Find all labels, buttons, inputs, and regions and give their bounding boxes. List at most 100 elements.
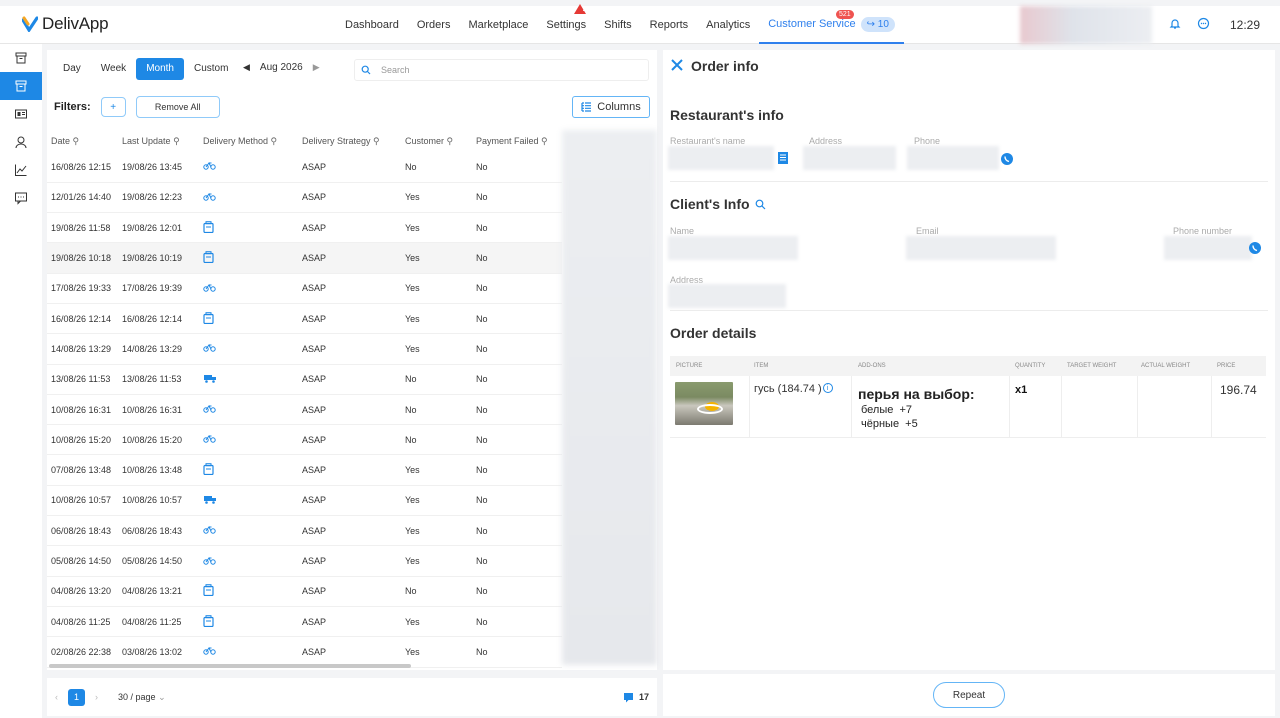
range-day[interactable]: Day — [53, 58, 91, 80]
repeat-button[interactable]: Repeat — [933, 682, 1005, 708]
col-payment-failed[interactable]: Payment Failed ⚲ — [472, 130, 562, 152]
col-delivery-method[interactable]: Delivery Method ⚲ — [199, 130, 298, 152]
range-month[interactable]: Month — [136, 58, 184, 80]
prev-page-icon[interactable]: ‹ — [55, 692, 58, 702]
sidebar-item-analytics[interactable] — [0, 156, 42, 184]
client-info-title: Client's Info — [670, 196, 766, 212]
cell-delivery-method — [199, 182, 298, 214]
total-count-value: 17 — [638, 692, 649, 702]
cell-delivery-strategy: ASAP — [298, 454, 401, 486]
page-size-select[interactable]: 30 / page ⌄ — [118, 692, 166, 703]
top-right-actions: 12:29 — [1169, 6, 1260, 44]
cell-payment-failed: No — [472, 485, 562, 517]
sidebar — [0, 44, 42, 718]
nav-settings[interactable]: Settings — [537, 6, 595, 44]
table-row[interactable]: 17/08/26 19:33 17/08/26 19:39 ASAP Yes No — [47, 273, 562, 304]
warning-icon-mark: ! — [582, 6, 585, 13]
close-icon[interactable] — [670, 58, 684, 77]
cell-delivery-strategy: ASAP — [298, 212, 401, 244]
table-row[interactable]: 07/08/26 13:48 10/08/26 13:48 ASAP Yes No — [47, 454, 562, 486]
search-icon — [755, 199, 765, 209]
info-icon[interactable]: i — [822, 383, 833, 393]
phone-icon[interactable] — [1249, 241, 1261, 259]
total-count: 17 — [623, 692, 649, 703]
columns-button[interactable]: Columns — [572, 96, 650, 118]
cell-date: 19/08/26 11:58 — [47, 212, 118, 244]
document-icon[interactable] — [777, 151, 789, 170]
chat-icon[interactable] — [1197, 17, 1210, 33]
sidebar-item-messages[interactable] — [0, 184, 42, 212]
prev-month-icon[interactable]: ◀ — [243, 62, 250, 73]
message-icon — [15, 192, 27, 205]
bag-icon — [203, 584, 214, 598]
table-row[interactable]: 19/08/26 11:58 19/08/26 12:01 ASAP Yes No — [47, 212, 562, 244]
horizontal-scrollbar[interactable] — [49, 664, 411, 668]
page-current[interactable]: 1 — [68, 688, 85, 706]
table-row[interactable]: 19/08/26 10:18 19/08/26 10:19 ASAP Yes No — [47, 242, 562, 274]
nav-orders[interactable]: Orders — [408, 6, 460, 44]
cell-payment-failed: No — [472, 303, 562, 335]
item-price: 196.74 — [1220, 383, 1257, 397]
remove-all-filters-button[interactable]: Remove All — [135, 96, 220, 118]
cell-last-update: 19/08/26 12:01 — [118, 212, 199, 244]
phone-icon[interactable] — [1001, 152, 1013, 170]
cell-last-update: 10/08/26 15:20 — [118, 424, 199, 456]
client-phone-label: Phone number — [1173, 226, 1233, 236]
col-delivery-strategy[interactable]: Delivery Strategy ⚲ — [298, 130, 401, 152]
table-row[interactable]: 10/08/26 16:31 10/08/26 16:31 ASAP No No — [47, 394, 562, 426]
col-customer[interactable]: Customer ⚲ — [401, 130, 472, 152]
search-icon: ⚲ — [173, 135, 180, 146]
cell-date: 12/01/26 14:40 — [47, 182, 118, 214]
table-row[interactable]: 13/08/26 11:53 13/08/26 11:53 ASAP No No — [47, 364, 562, 395]
orders-table: Date ⚲ Last Update ⚲ Delivery Method ⚲ D… — [47, 130, 562, 668]
range-custom[interactable]: Custom — [184, 58, 238, 80]
bicycle-icon — [203, 556, 216, 567]
sidebar-item-menu[interactable] — [0, 100, 42, 128]
nav-reports[interactable]: Reports — [641, 6, 698, 44]
cell-delivery-method — [199, 485, 298, 517]
table-row[interactable]: 14/08/26 13:29 14/08/26 13:29 ASAP Yes No — [47, 333, 562, 365]
nav-analytics[interactable]: Analytics — [697, 6, 759, 44]
filters-bar: Filters: + Remove All — [54, 96, 220, 118]
app-logo[interactable]: DelivApp — [21, 14, 109, 34]
table-row[interactable]: 16/08/26 12:15 19/08/26 13:45 ASAP No No — [47, 152, 562, 183]
col-date[interactable]: Date ⚲ — [47, 130, 118, 152]
table-row[interactable]: 16/08/26 12:14 16/08/26 12:14 ASAP Yes No — [47, 303, 562, 335]
cell-delivery-strategy: ASAP — [298, 606, 401, 638]
cell-delivery-strategy: ASAP — [298, 424, 401, 456]
nav-marketplace[interactable]: Marketplace — [459, 6, 537, 44]
search-input[interactable]: Search — [354, 59, 649, 81]
cell-delivery-method — [199, 545, 298, 577]
order-item-row: гусь (184.74 ) i перья на выбор: белые +7… — [670, 376, 1266, 438]
cell-last-update: 03/08/26 13:02 — [118, 636, 199, 668]
sidebar-item-users[interactable] — [0, 128, 42, 156]
cell-last-update: 05/08/26 14:50 — [118, 545, 199, 577]
table-row[interactable]: 10/08/26 10:57 10/08/26 10:57 ASAP Yes No — [47, 485, 562, 517]
next-page-icon[interactable]: › — [95, 692, 98, 702]
table-row[interactable]: 10/08/26 15:20 10/08/26 15:20 ASAP No No — [47, 424, 562, 456]
add-filter-button[interactable]: + — [100, 97, 126, 117]
nav-shifts[interactable]: Shifts — [595, 6, 641, 44]
bell-icon[interactable] — [1169, 18, 1181, 33]
sidebar-item-customer-service[interactable] — [0, 72, 42, 100]
sidebar-item-orders[interactable] — [0, 44, 42, 72]
bicycle-icon — [203, 344, 216, 354]
next-month-icon[interactable]: ▶ — [313, 62, 320, 73]
table-row[interactable]: 06/08/26 18:43 06/08/26 18:43 ASAP Yes No — [47, 515, 562, 547]
table-row[interactable]: 04/08/26 11:25 04/08/26 11:25 ASAP Yes No — [47, 606, 562, 638]
table-row[interactable]: 12/01/26 14:40 19/08/26 12:23 ASAP Yes No — [47, 182, 562, 214]
table-row[interactable]: 05/08/26 14:50 05/08/26 14:50 ASAP Yes No — [47, 545, 562, 577]
col-last-update[interactable]: Last Update ⚲ — [118, 130, 199, 152]
cell-payment-failed: No — [472, 606, 562, 638]
nav-dashboard[interactable]: Dashboard — [336, 6, 408, 44]
range-week[interactable]: Week — [91, 58, 136, 80]
bag-icon — [203, 614, 214, 629]
table-row[interactable]: 02/08/26 22:38 03/08/26 13:02 ASAP Yes No — [47, 636, 562, 668]
table-row[interactable]: 04/08/26 13:20 04/08/26 13:21 ASAP No No — [47, 576, 562, 607]
cell-customer: Yes — [401, 545, 472, 577]
blurred-columns — [562, 130, 657, 665]
cell-date: 13/08/26 11:53 — [47, 364, 118, 395]
cell-last-update: 04/08/26 13:21 — [118, 576, 199, 607]
cell-delivery-method — [199, 242, 298, 274]
nav-customer-service[interactable]: Customer Service ↪ 10 — [759, 6, 904, 44]
